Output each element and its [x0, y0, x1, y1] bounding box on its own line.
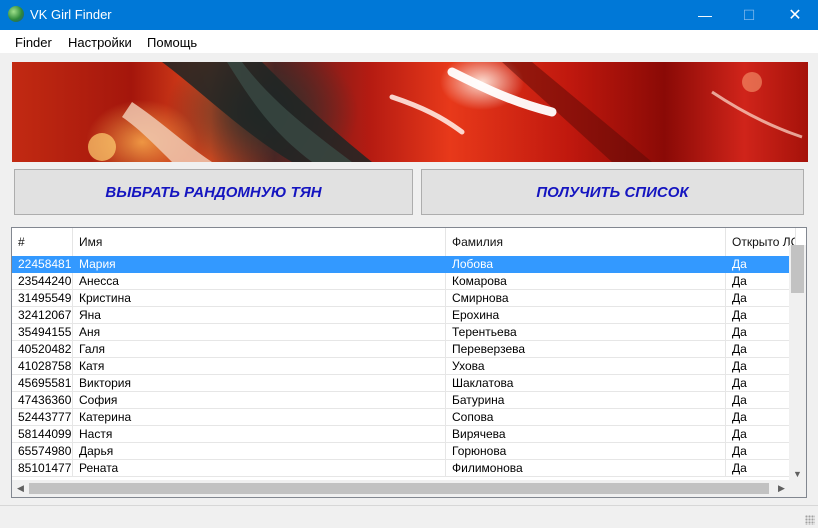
row-first-name: Рената	[73, 460, 446, 477]
app-globe-icon	[8, 6, 24, 22]
row-last-name: Филимонова	[446, 460, 726, 477]
row-open-dm: Да	[726, 443, 796, 460]
row-first-name: Анесса	[73, 273, 446, 290]
row-open-dm: Да	[726, 409, 796, 426]
table-row[interactable]: 40520482 Галя Переверзева Да	[12, 341, 796, 358]
vertical-scroll-thumb[interactable]	[791, 245, 804, 293]
row-id: 40520482	[12, 341, 73, 358]
row-first-name: Галя	[73, 341, 446, 358]
row-id: 85101477	[12, 460, 73, 477]
title-bar[interactable]: VK Girl Finder — ☐ ✕	[0, 0, 818, 30]
row-first-name: София	[73, 392, 446, 409]
minimize-button[interactable]: —	[682, 0, 728, 30]
table-row[interactable]: 65574980 Дарья Горюнова Да	[12, 443, 796, 460]
row-first-name: Аня	[73, 324, 446, 341]
row-last-name: Комарова	[446, 273, 726, 290]
row-last-name: Батурина	[446, 392, 726, 409]
row-last-name: Горюнова	[446, 443, 726, 460]
table-row[interactable]: 47436360 София Батурина Да	[12, 392, 796, 409]
row-open-dm: Да	[726, 358, 796, 375]
column-header-open-dm[interactable]: Открыто ЛС	[726, 228, 796, 256]
row-open-dm: Да	[726, 426, 796, 443]
row-first-name: Дарья	[73, 443, 446, 460]
table-row[interactable]: 23544240 Анесса Комарова Да	[12, 273, 796, 290]
table-row[interactable]: 35494155 Аня Терентьева Да	[12, 324, 796, 341]
row-first-name: Кристина	[73, 290, 446, 307]
row-id: 47436360	[12, 392, 73, 409]
horizontal-scrollbar[interactable]: ◀ ▶	[12, 480, 790, 497]
row-last-name: Смирнова	[446, 290, 726, 307]
scroll-down-icon[interactable]: ▼	[789, 467, 806, 481]
row-open-dm: Да	[726, 375, 796, 392]
table-row[interactable]: 22458481 Мария Лобова Да	[12, 256, 796, 273]
row-last-name: Шаклатова	[446, 375, 726, 392]
row-first-name: Катя	[73, 358, 446, 375]
row-open-dm: Да	[726, 324, 796, 341]
row-last-name: Лобова	[446, 256, 726, 273]
row-id: 23544240	[12, 273, 73, 290]
table-row[interactable]: 31495549 Кристина Смирнова Да	[12, 290, 796, 307]
maximize-button[interactable]: ☐	[726, 0, 772, 30]
menu-finder[interactable]: Finder	[15, 35, 52, 50]
row-last-name: Вирячева	[446, 426, 726, 443]
resize-grip-icon[interactable]	[805, 515, 815, 525]
menu-help[interactable]: Помощь	[147, 35, 197, 50]
row-open-dm: Да	[726, 307, 796, 324]
row-last-name: Сопова	[446, 409, 726, 426]
status-bar	[0, 505, 818, 528]
row-last-name: Терентьева	[446, 324, 726, 341]
row-open-dm: Да	[726, 290, 796, 307]
scroll-right-icon[interactable]: ▶	[773, 480, 790, 497]
row-id: 52443777	[12, 409, 73, 426]
row-open-dm: Да	[726, 256, 796, 273]
results-table[interactable]: # Имя Фамилия Открыто ЛС 22458481 Мария Ло…	[11, 227, 807, 498]
menu-settings[interactable]: Настройки	[68, 35, 132, 50]
row-first-name: Яна	[73, 307, 446, 324]
column-header-last-name[interactable]: Фамилия	[446, 228, 726, 256]
table-row[interactable]: 58144099 Настя Вирячева Да	[12, 426, 796, 443]
table-row[interactable]: 52443777 Катерина Сопова Да	[12, 409, 796, 426]
column-header-first-name[interactable]: Имя	[73, 228, 446, 256]
table-row[interactable]: 32412067 Яна Ерохина Да	[12, 307, 796, 324]
menu-bar: Finder Настройки Помощь	[0, 30, 818, 53]
window-title: VK Girl Finder	[30, 7, 112, 22]
row-open-dm: Да	[726, 273, 796, 290]
banner-art	[88, 62, 803, 162]
row-first-name: Виктория	[73, 375, 446, 392]
row-open-dm: Да	[726, 392, 796, 409]
table-header: # Имя Фамилия Открыто ЛС	[12, 228, 796, 256]
scroll-left-icon[interactable]: ◀	[12, 480, 29, 497]
row-id: 35494155	[12, 324, 73, 341]
row-open-dm: Да	[726, 341, 796, 358]
row-id: 41028758	[12, 358, 73, 375]
banner-image	[12, 62, 808, 162]
row-first-name: Настя	[73, 426, 446, 443]
row-last-name: Ерохина	[446, 307, 726, 324]
row-id: 45695581	[12, 375, 73, 392]
row-id: 32412067	[12, 307, 73, 324]
row-first-name: Мария	[73, 256, 446, 273]
random-girl-button[interactable]: ВЫБРАТЬ РАНДОМНУЮ ТЯН	[14, 169, 413, 215]
close-button[interactable]: ✕	[772, 0, 818, 30]
row-last-name: Переверзева	[446, 341, 726, 358]
vertical-scrollbar[interactable]: ▼	[789, 245, 806, 481]
scroll-corner	[789, 480, 806, 497]
row-open-dm: Да	[726, 460, 796, 477]
table-row[interactable]: 45695581 Виктория Шаклатова Да	[12, 375, 796, 392]
column-header-id[interactable]: #	[12, 228, 73, 256]
get-list-button[interactable]: ПОЛУЧИТЬ СПИСОК	[421, 169, 804, 215]
row-id: 58144099	[12, 426, 73, 443]
table-row[interactable]: 85101477 Рената Филимонова Да	[12, 460, 796, 477]
row-id: 22458481	[12, 256, 73, 273]
row-last-name: Ухова	[446, 358, 726, 375]
row-id: 31495549	[12, 290, 73, 307]
row-id: 65574980	[12, 443, 73, 460]
table-row[interactable]: 41028758 Катя Ухова Да	[12, 358, 796, 375]
row-first-name: Катерина	[73, 409, 446, 426]
horizontal-scroll-thumb[interactable]	[29, 483, 769, 494]
